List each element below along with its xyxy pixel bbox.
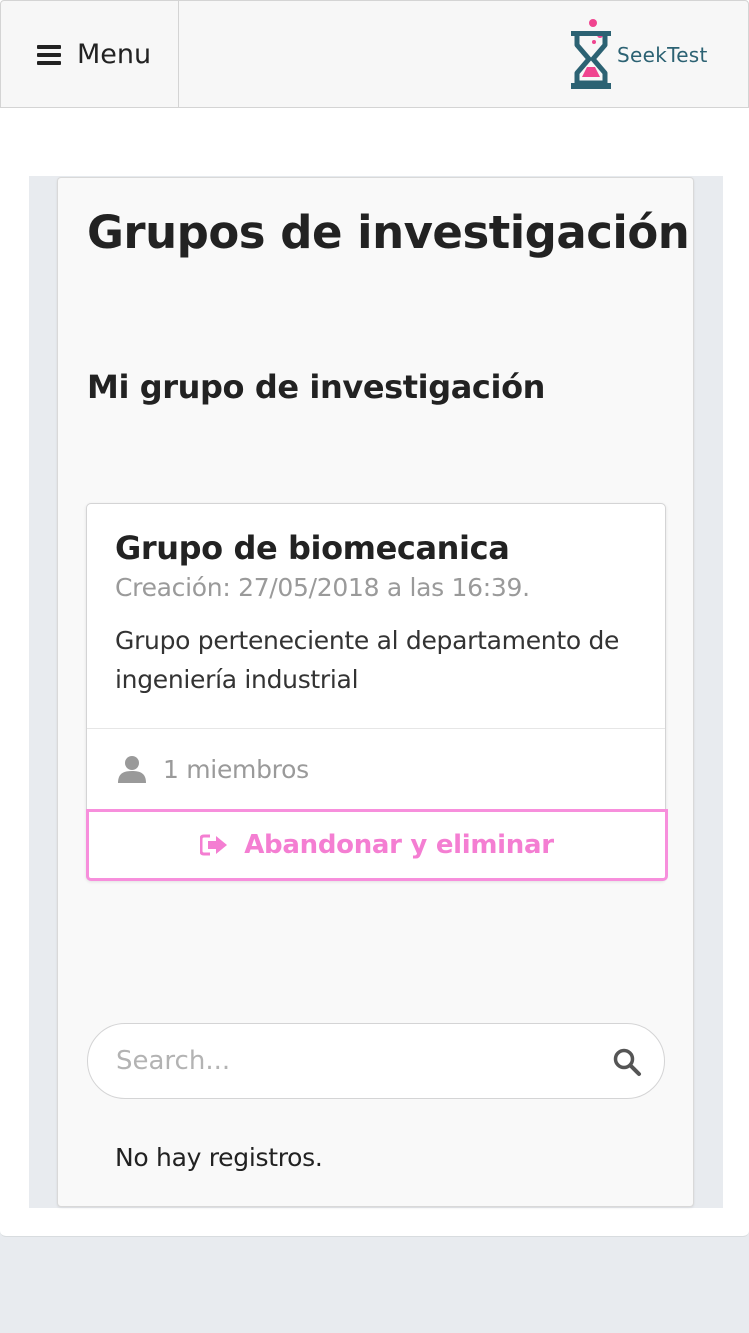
- group-created-date: Creación: 27/05/2018 a las 16:39.: [115, 573, 530, 602]
- search-box: [87, 1023, 665, 1099]
- search-icon[interactable]: [612, 1047, 642, 1077]
- page-title: Grupos de investigación: [87, 206, 690, 259]
- search-input[interactable]: [116, 1024, 596, 1098]
- top-menu-bar: Menu SeekTest: [0, 0, 749, 108]
- group-name[interactable]: Grupo de biomecanica: [115, 529, 510, 567]
- section-title: Mi grupo de investigación: [87, 368, 546, 406]
- menu-label: Menu: [77, 39, 152, 70]
- page: Menu SeekTest Grupos de investigación Mi…: [0, 0, 749, 1237]
- members-count: 1 miembros: [163, 754, 309, 784]
- group-description: Grupo perteneciente al departamento de i…: [115, 626, 620, 694]
- hamburger-icon: [37, 44, 61, 65]
- user-icon: [118, 756, 146, 783]
- empty-results-message: No hay registros.: [115, 1143, 323, 1172]
- main-card: Grupos de investigación Mi grupo de inve…: [57, 177, 694, 1207]
- logo-text: SeekTest: [617, 43, 708, 67]
- seektest-logo[interactable]: SeekTest: [567, 19, 708, 91]
- sign-out-icon: [200, 834, 228, 856]
- group-card: Grupo de biomecanica Creación: 27/05/201…: [86, 503, 668, 881]
- leave-and-delete-button[interactable]: Abandonar y eliminar: [86, 809, 668, 881]
- menu-button[interactable]: Menu: [1, 1, 179, 108]
- leave-button-label: Abandonar y eliminar: [244, 830, 554, 860]
- flask-logo-icon: [571, 19, 611, 89]
- group-members: 1 miembros: [87, 728, 665, 809]
